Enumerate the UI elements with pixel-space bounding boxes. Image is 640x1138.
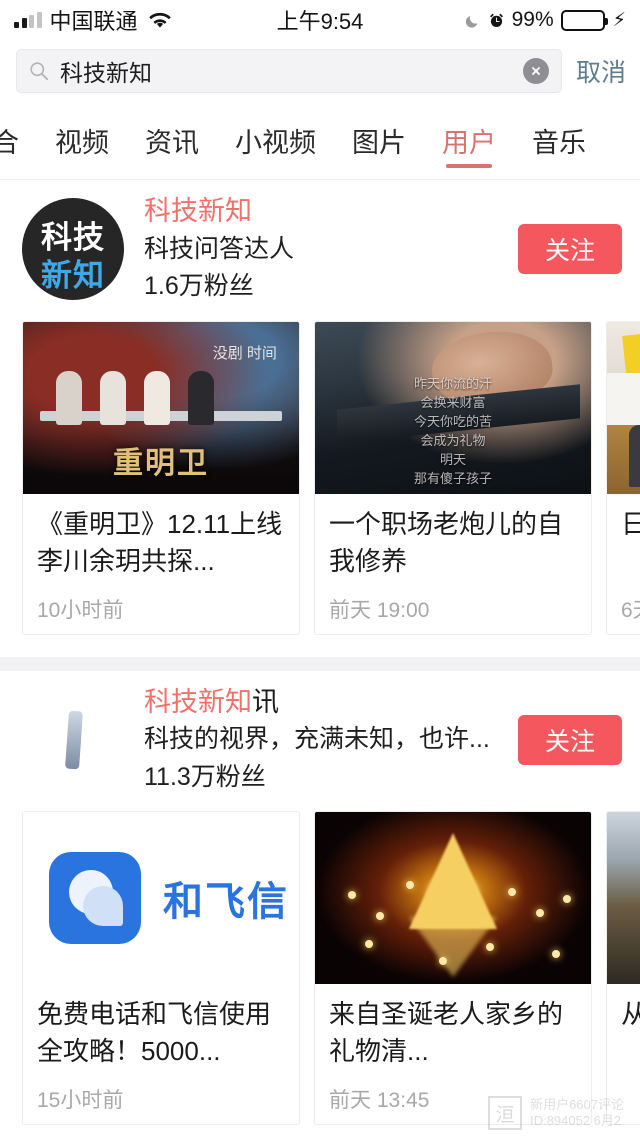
- tab-yinyue[interactable]: 音乐: [514, 102, 604, 179]
- user-result-section-2: 科技新知讯 科技的视界，充满未知，也许... 11.3万粉丝 关注 和飞信 免费…: [0, 670, 640, 1138]
- user-name-rest: 讯: [252, 686, 279, 717]
- user-fans-count: 11.3万粉丝: [144, 762, 266, 791]
- content-card[interactable]: 和飞信 免费电话和飞信使用全攻略！5000... 15小时前: [22, 811, 300, 1126]
- status-bar: 中国联通 上午9:54 99% ⚡: [0, 0, 640, 40]
- card-title: 《重明卫》12.11上线 李川余玥共探...: [37, 508, 283, 576]
- watermark-text: 新用户6607评论 ID:894052 6月2: [530, 1097, 624, 1130]
- section-divider: [0, 656, 640, 671]
- tab-shipin[interactable]: 视频: [37, 102, 127, 179]
- tab-tupian[interactable]: 图片: [334, 102, 424, 179]
- tab-zixun[interactable]: 资讯: [127, 102, 217, 179]
- card-body: 免费电话和飞信使用全攻略！5000... 15小时前: [23, 984, 299, 1124]
- avatar-bottom-text: 新知: [41, 258, 105, 295]
- clock-label: 上午9:54: [276, 9, 364, 34]
- movie-premiere-thumb: 没剧 时间 重明卫: [23, 321, 299, 494]
- user-description: 科技问答达人: [144, 234, 295, 263]
- content-card-carousel-2[interactable]: 和飞信 免费电话和飞信使用全攻略！5000... 15小时前 来自圣诞老人家乡的…: [0, 803, 640, 1138]
- tab-yonghu[interactable]: 用户: [424, 102, 514, 179]
- user-name: 科技新知讯: [144, 685, 506, 721]
- clear-circle-icon[interactable]: [522, 58, 549, 84]
- follow-button[interactable]: 关注: [518, 224, 622, 275]
- user-name-highlight: 科技新知: [144, 686, 252, 717]
- content-card-carousel-1[interactable]: 没剧 时间 重明卫 《重明卫》12.11上线 李川余玥共探... 10小时前 昨…: [0, 313, 640, 657]
- light-dots: [315, 812, 591, 984]
- watermark-icon: 洹: [488, 1096, 523, 1130]
- watermark: 洹 新用户6607评论 ID:894052 6月2: [488, 1096, 624, 1130]
- search-bar: 科技新知 取消: [0, 40, 640, 102]
- avatar[interactable]: [22, 689, 124, 791]
- card-timestamp: 10小时前: [37, 598, 124, 622]
- user-fans-count: 1.6万粉丝: [144, 272, 254, 301]
- statue-thumb: [607, 812, 640, 985]
- card-timestamp: 前天 19:00: [329, 598, 430, 622]
- tab-xiaoshipin[interactable]: 小视频: [217, 102, 334, 179]
- thumb-logo-text: 重明卫: [113, 445, 209, 481]
- thumb-word-text: 和飞信: [163, 879, 289, 926]
- content-card[interactable]: 昨天你流的汗 会换来财富 今天你吃的苦 会成为礼物 明天 那有傻子孩子 一个职场…: [314, 320, 592, 635]
- card-title: 日立 进技: [621, 506, 640, 580]
- user-name: 科技新知: [144, 194, 506, 230]
- follow-button[interactable]: 关注: [518, 714, 622, 765]
- cancel-button[interactable]: 取消: [574, 53, 626, 89]
- card-title: 来自圣诞老人家乡的礼物清...: [329, 999, 564, 1067]
- watermark-line-2: ID:894052 6月2: [530, 1113, 622, 1128]
- user-header-2[interactable]: 科技新知讯 科技的视界，充满未知，也许... 11.3万粉丝 关注: [0, 671, 640, 804]
- tab-zonghe[interactable]: 合: [0, 102, 37, 179]
- card-title: 一个职场老炮儿的自我修养: [329, 508, 564, 576]
- christmas-lights-thumb: [315, 812, 591, 985]
- content-card[interactable]: 3阶 日立 进技 6天前: [606, 320, 640, 635]
- watermark-line-1: 新用户6607评论: [530, 1096, 624, 1112]
- thumb-badge: 3阶: [621, 328, 640, 376]
- avatar[interactable]: 科技 新知: [22, 198, 124, 301]
- search-icon: [29, 61, 49, 81]
- user-description: 科技的视界，充满未知，也许...: [144, 725, 490, 754]
- content-card[interactable]: 从一 点评: [606, 811, 640, 1126]
- search-input[interactable]: 科技新知: [16, 49, 562, 93]
- card-body: 日立 进技 6天前: [607, 494, 640, 634]
- content-card[interactable]: 来自圣诞老人家乡的礼物清... 前天 13:45: [314, 811, 592, 1126]
- thumb-badge: 没剧 时间: [212, 345, 277, 363]
- user-header-1[interactable]: 科技 新知 科技新知 科技问答达人 1.6万粉丝 关注: [0, 180, 640, 313]
- card-timestamp: 6天前: [621, 598, 640, 622]
- hands-keyboard-thumb: 昨天你流的汗 会换来财富 今天你吃的苦 会成为礼物 明天 那有傻子孩子: [315, 321, 591, 494]
- category-tab-bar[interactable]: 合 视频 资讯 小视频 图片 用户 音乐: [0, 102, 640, 180]
- search-input-value: 科技新知: [60, 60, 152, 86]
- moon-icon: [464, 12, 481, 29]
- expo-booth-thumb: 3阶: [607, 321, 640, 494]
- card-body: 《重明卫》12.11上线 李川余玥共探... 10小时前: [23, 494, 299, 634]
- thumb-overlay-text: 昨天你流的汗 会换来财富 今天你吃的苦 会成为礼物 明天 那有傻子孩子: [413, 376, 492, 486]
- card-title: 从一 点评: [621, 996, 640, 1070]
- feixin-app-thumb: 和飞信: [23, 812, 299, 985]
- user-name-highlight: 科技新知: [144, 196, 252, 226]
- battery-icon: [560, 9, 608, 31]
- content-card[interactable]: 没剧 时间 重明卫 《重明卫》12.11上线 李川余玥共探... 10小时前: [22, 320, 300, 635]
- feixin-app-icon: [49, 852, 141, 945]
- user-meta: 科技新知讯 科技的视界，充满未知，也许... 11.3万粉丝: [124, 685, 506, 796]
- card-body: 一个职场老炮儿的自我修养 前天 19:00: [315, 494, 591, 634]
- card-timestamp: 15小时前: [37, 1089, 124, 1113]
- card-title: 免费电话和飞信使用全攻略！5000...: [37, 999, 272, 1067]
- user-meta: 科技新知 科技问答达人 1.6万粉丝: [124, 194, 506, 305]
- app-screen: 中国联通 上午9:54 99% ⚡ 科技新知 取消 视频 资讯 小视频 图片 用…: [0, 0, 640, 1138]
- user-result-section-1: 科技 新知 科技新知 科技问答达人 1.6万粉丝 关注 没剧 时间 重明卫 《重…: [0, 180, 640, 657]
- card-body: 从一 点评: [607, 984, 640, 1094]
